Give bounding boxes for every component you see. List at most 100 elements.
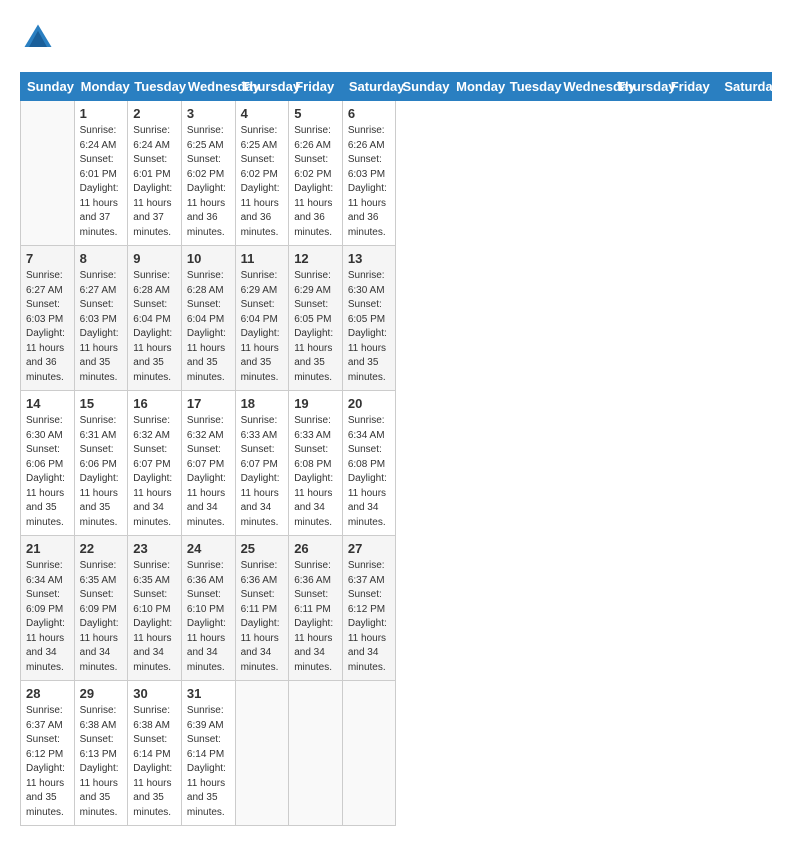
page-header <box>20 20 772 56</box>
col-header-tuesday: Tuesday <box>503 73 557 101</box>
day-info: Sunrise: 6:38 AM Sunset: 6:13 PM Dayligh… <box>80 704 123 820</box>
day-info: Sunrise: 6:25 AM Sunset: 6:02 PM Dayligh… <box>241 124 284 240</box>
calendar-cell: 1 Sunrise: 6:24 AM Sunset: 6:01 PM Daylig… <box>74 101 128 246</box>
calendar-cell: 23Sunrise: 6:35 AM Sunset: 6:10 PM Dayli… <box>128 536 182 681</box>
day-info: Sunrise: 6:28 AM Sunset: 6:04 PM Dayligh… <box>133 269 176 385</box>
day-number: 18 <box>241 396 284 411</box>
day-number: 20 <box>348 396 391 411</box>
calendar-cell: 4 Sunrise: 6:25 AM Sunset: 6:02 PM Daylig… <box>235 101 289 246</box>
day-info: Sunrise: 6:25 AM Sunset: 6:02 PM Dayligh… <box>187 124 230 240</box>
day-number: 8 <box>80 251 123 266</box>
logo <box>20 20 60 56</box>
calendar-cell: 8 Sunrise: 6:27 AM Sunset: 6:03 PM Daylig… <box>74 246 128 391</box>
calendar-cell: 6 Sunrise: 6:26 AM Sunset: 6:03 PM Daylig… <box>342 101 396 246</box>
col-header-sunday: Sunday <box>396 73 450 101</box>
calendar-cell: 12 Sunrise: 6:29 AM Sunset: 6:05 PM Dayli… <box>289 246 343 391</box>
col-header-thursday: Thursday <box>611 73 665 101</box>
day-info: Sunrise: 6:37 AM Sunset: 6:12 PM Dayligh… <box>26 704 69 820</box>
calendar-week-4: 21 Sunrise: 6:34 AM Sunset: 6:09 PM Dayli… <box>21 536 772 681</box>
day-info: Sunrise: 6:26 AM Sunset: 6:02 PM Dayligh… <box>294 124 337 240</box>
calendar-cell: 16 Sunrise: 6:32 AM Sunset: 6:07 PM Dayli… <box>128 391 182 536</box>
day-number: 5 <box>294 106 337 121</box>
day-info: Sunrise: 6:29 AM Sunset: 6:05 PM Dayligh… <box>294 269 337 385</box>
calendar-cell: 21 Sunrise: 6:34 AM Sunset: 6:09 PM Dayli… <box>21 536 75 681</box>
day-info: Sunrise: 6:32 AM Sunset: 6:07 PM Dayligh… <box>187 414 230 530</box>
day-number: 21 <box>26 541 69 556</box>
day-number: 29 <box>80 686 123 701</box>
calendar-cell <box>342 681 396 826</box>
calendar-cell: 11 Sunrise: 6:29 AM Sunset: 6:04 PM Dayli… <box>235 246 289 391</box>
header-thursday: Thursday <box>235 73 289 101</box>
day-number: 12 <box>294 251 337 266</box>
day-info: Sunrise: 6:36 AM Sunset: 6:10 PM Dayligh… <box>187 559 230 675</box>
calendar-cell: 3 Sunrise: 6:25 AM Sunset: 6:02 PM Daylig… <box>181 101 235 246</box>
calendar-header-row: SundayMondayTuesdayWednesdayThursdayFrid… <box>21 73 772 101</box>
calendar-cell: 5 Sunrise: 6:26 AM Sunset: 6:02 PM Daylig… <box>289 101 343 246</box>
day-info: Sunrise: 6:26 AM Sunset: 6:03 PM Dayligh… <box>348 124 391 240</box>
day-info: Sunrise: 6:36 AM Sunset: 6:11 PM Dayligh… <box>294 559 337 675</box>
day-info: Sunrise: 6:34 AM Sunset: 6:08 PM Dayligh… <box>348 414 391 530</box>
calendar-week-3: 14 Sunrise: 6:30 AM Sunset: 6:06 PM Dayli… <box>21 391 772 536</box>
day-info: Sunrise: 6:29 AM Sunset: 6:04 PM Dayligh… <box>241 269 284 385</box>
day-number: 6 <box>348 106 391 121</box>
header-tuesday: Tuesday <box>128 73 182 101</box>
day-info: Sunrise: 6:32 AM Sunset: 6:07 PM Dayligh… <box>133 414 176 530</box>
day-info: Sunrise: 6:33 AM Sunset: 6:07 PM Dayligh… <box>241 414 284 530</box>
day-info: Sunrise: 6:38 AM Sunset: 6:14 PM Dayligh… <box>133 704 176 820</box>
day-number: 3 <box>187 106 230 121</box>
day-info: Sunrise: 6:28 AM Sunset: 6:04 PM Dayligh… <box>187 269 230 385</box>
col-header-friday: Friday <box>664 73 718 101</box>
day-number: 26 <box>294 541 337 556</box>
calendar-cell: 31Sunrise: 6:39 AM Sunset: 6:14 PM Dayli… <box>181 681 235 826</box>
day-number: 9 <box>133 251 176 266</box>
calendar-cell <box>235 681 289 826</box>
day-number: 28 <box>26 686 69 701</box>
calendar-cell <box>21 101 75 246</box>
day-number: 22 <box>80 541 123 556</box>
day-number: 10 <box>187 251 230 266</box>
calendar-cell: 30Sunrise: 6:38 AM Sunset: 6:14 PM Dayli… <box>128 681 182 826</box>
day-number: 1 <box>80 106 123 121</box>
day-info: Sunrise: 6:27 AM Sunset: 6:03 PM Dayligh… <box>80 269 123 385</box>
calendar-cell: 9 Sunrise: 6:28 AM Sunset: 6:04 PM Daylig… <box>128 246 182 391</box>
calendar-cell: 2Sunrise: 6:24 AM Sunset: 6:01 PM Daylig… <box>128 101 182 246</box>
col-header-saturday: Saturday <box>718 73 772 101</box>
header-monday: Monday <box>74 73 128 101</box>
calendar-table: SundayMondayTuesdayWednesdayThursdayFrid… <box>20 72 772 826</box>
calendar-cell: 24Sunrise: 6:36 AM Sunset: 6:10 PM Dayli… <box>181 536 235 681</box>
day-number: 25 <box>241 541 284 556</box>
col-header-wednesday: Wednesday <box>557 73 611 101</box>
day-number: 11 <box>241 251 284 266</box>
calendar-cell: 20 Sunrise: 6:34 AM Sunset: 6:08 PM Dayli… <box>342 391 396 536</box>
calendar-cell: 18 Sunrise: 6:33 AM Sunset: 6:07 PM Dayli… <box>235 391 289 536</box>
logo-icon <box>20 20 56 56</box>
day-info: Sunrise: 6:33 AM Sunset: 6:08 PM Dayligh… <box>294 414 337 530</box>
day-info: Sunrise: 6:36 AM Sunset: 6:11 PM Dayligh… <box>241 559 284 675</box>
day-number: 19 <box>294 396 337 411</box>
calendar-cell: 15Sunrise: 6:31 AM Sunset: 6:06 PM Dayli… <box>74 391 128 536</box>
calendar-cell: 14 Sunrise: 6:30 AM Sunset: 6:06 PM Dayli… <box>21 391 75 536</box>
day-info: Sunrise: 6:30 AM Sunset: 6:05 PM Dayligh… <box>348 269 391 385</box>
day-info: Sunrise: 6:34 AM Sunset: 6:09 PM Dayligh… <box>26 559 69 675</box>
day-number: 16 <box>133 396 176 411</box>
day-number: 13 <box>348 251 391 266</box>
day-info: Sunrise: 6:24 AM Sunset: 6:01 PM Dayligh… <box>80 124 123 240</box>
day-number: 14 <box>26 396 69 411</box>
calendar-cell: 29 Sunrise: 6:38 AM Sunset: 6:13 PM Dayli… <box>74 681 128 826</box>
day-info: Sunrise: 6:31 AM Sunset: 6:06 PM Dayligh… <box>80 414 123 530</box>
header-wednesday: Wednesday <box>181 73 235 101</box>
day-info: Sunrise: 6:39 AM Sunset: 6:14 PM Dayligh… <box>187 704 230 820</box>
day-info: Sunrise: 6:30 AM Sunset: 6:06 PM Dayligh… <box>26 414 69 530</box>
day-info: Sunrise: 6:35 AM Sunset: 6:09 PM Dayligh… <box>80 559 123 675</box>
calendar-cell: 10 Sunrise: 6:28 AM Sunset: 6:04 PM Dayli… <box>181 246 235 391</box>
header-sunday: Sunday <box>21 73 75 101</box>
calendar-cell: 25 Sunrise: 6:36 AM Sunset: 6:11 PM Dayli… <box>235 536 289 681</box>
header-friday: Friday <box>289 73 343 101</box>
col-header-monday: Monday <box>450 73 504 101</box>
day-number: 27 <box>348 541 391 556</box>
header-saturday: Saturday <box>342 73 396 101</box>
calendar-cell <box>289 681 343 826</box>
day-number: 4 <box>241 106 284 121</box>
calendar-cell: 27Sunrise: 6:37 AM Sunset: 6:12 PM Dayli… <box>342 536 396 681</box>
day-info: Sunrise: 6:27 AM Sunset: 6:03 PM Dayligh… <box>26 269 69 385</box>
